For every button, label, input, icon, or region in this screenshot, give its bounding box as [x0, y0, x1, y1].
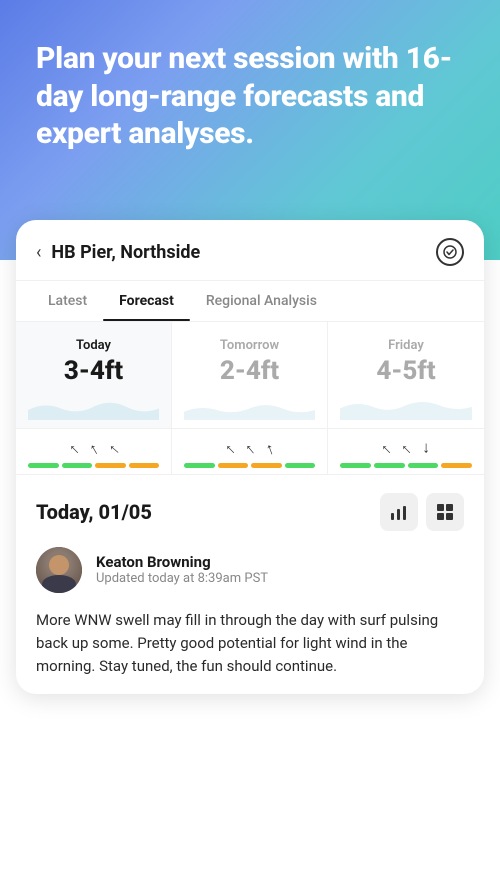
- color-seg-9: [340, 463, 371, 468]
- arrows-grid: ↑ ↑ ↑ ↑ ↑ ↑: [16, 428, 484, 474]
- tab-bar: Latest Forecast Regional Analysis: [16, 281, 484, 322]
- today-section: Today, 01/05: [16, 474, 484, 543]
- analyst-row: Keaton Browning Updated today at 8:39am …: [16, 543, 484, 605]
- arrows-friday: ↑ ↑ ↑: [382, 439, 430, 459]
- arrow-2: ↑: [85, 438, 102, 459]
- forecast-col-today[interactable]: Today 3-4ft: [16, 322, 172, 428]
- color-seg-1: [28, 463, 59, 468]
- tab-regional[interactable]: Regional Analysis: [190, 281, 333, 321]
- arrows-col-today: ↑ ↑ ↑: [16, 429, 172, 474]
- wave-area-friday: [340, 392, 472, 420]
- arrows-today: ↑ ↑ ↑: [70, 439, 118, 459]
- hero-title: Plan your next session with 16-day long-…: [36, 40, 464, 153]
- avatar-face: [49, 555, 69, 575]
- view-toggle: [380, 493, 464, 531]
- forecast-day-today: Today: [28, 338, 159, 353]
- color-seg-10: [374, 463, 405, 468]
- chart-view-button[interactable]: [380, 493, 418, 531]
- bookmark-button[interactable]: [436, 238, 464, 266]
- forecast-grid: Today 3-4ft Tomorrow 2-4ft Friday 4-5ft: [16, 322, 484, 428]
- hero-section: Plan your next session with 16-day long-…: [0, 0, 500, 183]
- avatar: [36, 547, 82, 593]
- grid-view-button[interactable]: [426, 493, 464, 531]
- color-seg-11: [408, 463, 439, 468]
- forecast-height-today: 3-4ft: [28, 357, 159, 386]
- color-bar-tomorrow: [180, 463, 319, 468]
- wave-area-today: [28, 392, 159, 420]
- arrows-col-friday: ↑ ↑ ↑: [328, 429, 484, 474]
- location-title: HB Pier, Northside: [51, 242, 200, 263]
- header-left: ‹ HB Pier, Northside: [36, 242, 200, 263]
- forecast-body: More WNW swell may fill in through the d…: [16, 605, 484, 695]
- color-seg-4: [129, 463, 160, 468]
- forecast-height-tomorrow: 2-4ft: [184, 357, 315, 386]
- arrow-6: ↑: [262, 438, 276, 460]
- color-bar-friday: [336, 463, 476, 468]
- tab-latest[interactable]: Latest: [32, 281, 103, 321]
- back-button[interactable]: ‹: [36, 242, 41, 263]
- color-seg-2: [62, 463, 93, 468]
- arrow-1: ↑: [64, 439, 84, 459]
- analyst-time: Updated today at 8:39am PST: [96, 571, 268, 586]
- forecast-day-friday: Friday: [340, 338, 472, 353]
- forecast-col-friday[interactable]: Friday 4-5ft: [328, 322, 484, 428]
- today-date: Today, 01/05: [36, 500, 152, 524]
- forecast-day-tomorrow: Tomorrow: [184, 338, 315, 353]
- tab-forecast[interactable]: Forecast: [103, 281, 190, 321]
- analyst-info: Keaton Browning Updated today at 8:39am …: [96, 553, 268, 586]
- arrow-7: ↑: [376, 439, 396, 459]
- color-seg-5: [184, 463, 215, 468]
- color-seg-6: [218, 463, 249, 468]
- arrows-tomorrow: ↑ ↑ ↑: [226, 439, 274, 459]
- color-seg-3: [95, 463, 126, 468]
- forecast-col-tomorrow[interactable]: Tomorrow 2-4ft: [172, 322, 328, 428]
- avatar-image: [36, 547, 82, 593]
- arrows-col-tomorrow: ↑ ↑ ↑: [172, 429, 328, 474]
- arrow-4: ↑: [220, 439, 240, 459]
- wave-area-tomorrow: [184, 392, 315, 420]
- forecast-height-friday: 4-5ft: [340, 357, 472, 386]
- main-card: ‹ HB Pier, Northside Latest Forecast Reg…: [16, 220, 484, 694]
- card-header: ‹ HB Pier, Northside: [16, 220, 484, 281]
- arrow-5: ↑: [240, 438, 259, 458]
- avatar-body: [42, 575, 76, 593]
- color-seg-7: [251, 463, 282, 468]
- color-seg-8: [285, 463, 316, 468]
- arrow-8: ↑: [396, 439, 416, 459]
- color-bar-today: [24, 463, 163, 468]
- arrow-9: ↑: [422, 439, 430, 459]
- analyst-name: Keaton Browning: [96, 553, 268, 571]
- arrow-3: ↑: [103, 439, 123, 458]
- color-seg-12: [441, 463, 472, 468]
